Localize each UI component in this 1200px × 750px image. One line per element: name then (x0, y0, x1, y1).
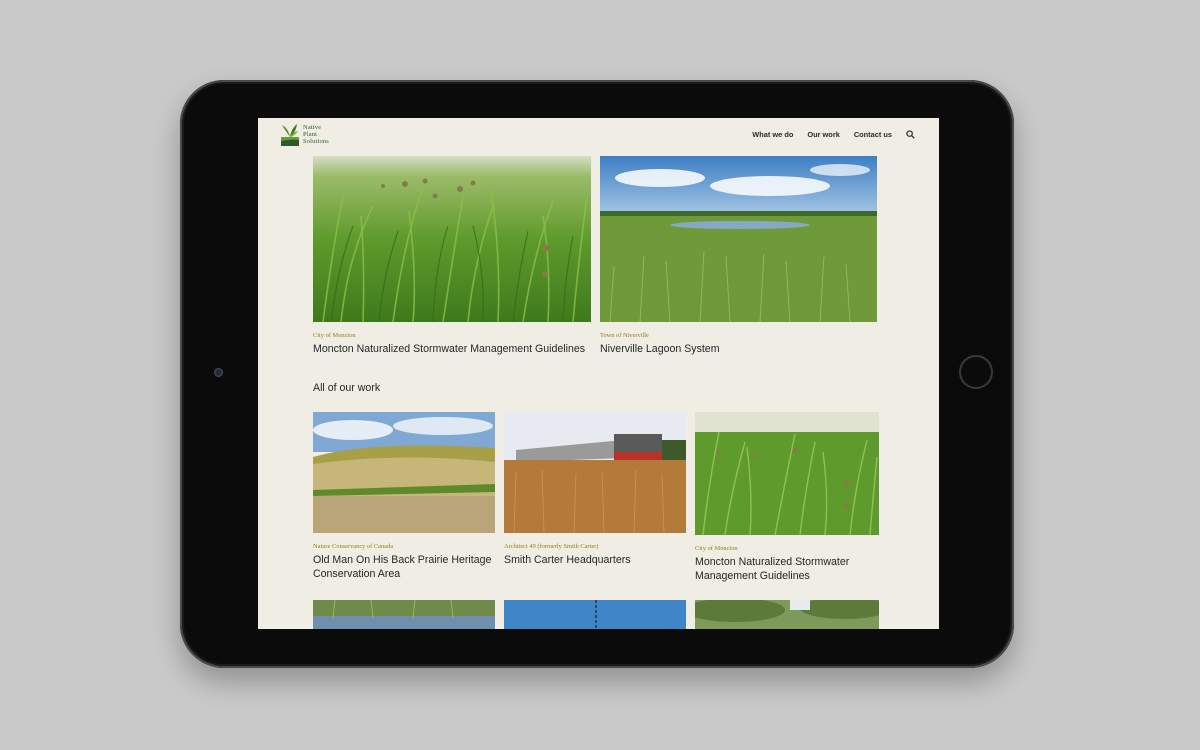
logo-wordmark: Native Plant Solutions (303, 124, 329, 145)
project-card[interactable] (695, 600, 879, 629)
featured-project-card[interactable]: Town of Niverville Niverville Lagoon Sys… (600, 156, 878, 356)
project-title[interactable]: Niverville Lagoon System (600, 342, 720, 356)
home-button[interactable] (959, 355, 993, 389)
project-thumbnail[interactable] (313, 156, 591, 322)
project-card[interactable]: Nature Conservancy of Canada Old Man On … (313, 412, 495, 592)
nav-our-work[interactable]: Our work (807, 130, 839, 139)
project-card[interactable]: Architect 49 (formerly Smith Carter) Smi… (504, 412, 686, 592)
project-card[interactable] (313, 600, 495, 629)
search-icon[interactable] (906, 130, 915, 139)
project-client: Architect 49 (formerly Smith Carter) (504, 543, 599, 550)
nav-contact-us[interactable]: Contact us (854, 130, 892, 139)
project-title[interactable]: Moncton Naturalized Stormwater Managemen… (695, 555, 879, 583)
tablet-device: Native Plant Solutions What we do Our wo… (180, 80, 1014, 668)
project-title[interactable]: Moncton Naturalized Stormwater Managemen… (313, 342, 603, 356)
front-camera (214, 368, 223, 377)
project-client: Nature Conservancy of Canada (313, 543, 394, 550)
project-card[interactable]: City of Moncton Moncton Naturalized Stor… (695, 412, 879, 592)
nav-what-we-do[interactable]: What we do (752, 130, 793, 139)
project-client: Town of Niverville (600, 332, 649, 339)
logo-leaf-icon (281, 124, 299, 146)
project-thumbnail[interactable] (504, 412, 686, 533)
project-thumbnail[interactable] (504, 600, 686, 629)
project-title[interactable]: Old Man On His Back Prairie Heritage Con… (313, 553, 495, 581)
browser-screen: Native Plant Solutions What we do Our wo… (258, 118, 939, 629)
project-client: City of Moncton (695, 545, 738, 552)
site-header: Native Plant Solutions What we do Our wo… (258, 118, 939, 154)
project-thumbnail[interactable] (313, 600, 495, 629)
all-work-heading: All of our work (313, 382, 381, 394)
project-thumbnail[interactable] (695, 412, 879, 535)
project-card[interactable] (504, 600, 686, 629)
project-thumbnail[interactable] (600, 156, 877, 322)
main-nav: What we do Our work Contact us (752, 130, 915, 139)
project-title[interactable]: Smith Carter Headquarters (504, 553, 686, 567)
project-thumbnail[interactable] (313, 412, 495, 533)
site-logo[interactable]: Native Plant Solutions (281, 124, 351, 148)
project-client: City of Moncton (313, 332, 356, 339)
featured-project-card[interactable]: City of Moncton Moncton Naturalized Stor… (313, 156, 591, 356)
project-thumbnail[interactable] (695, 600, 879, 629)
